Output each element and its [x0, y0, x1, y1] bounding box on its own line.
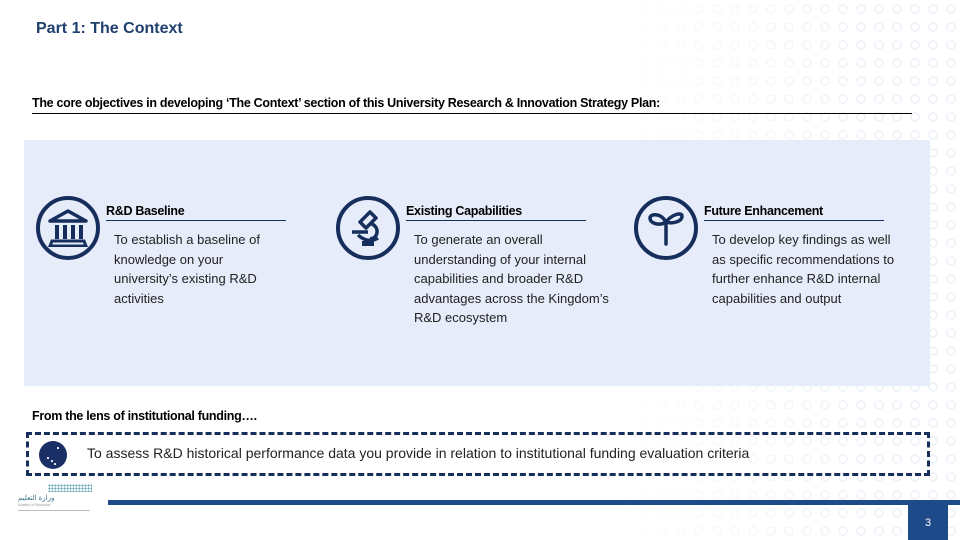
- page-number: 3: [908, 505, 948, 540]
- logo-arabic-text: وزارة التعليم: [18, 495, 55, 502]
- funding-description: To assess R&D historical performance dat…: [87, 445, 750, 461]
- logo-english-text: Ministry of Education: [18, 503, 51, 507]
- microscope-icon: [336, 196, 400, 260]
- sprout-icon: [634, 196, 698, 260]
- funding-heading: From the lens of institutional funding….: [32, 409, 257, 423]
- card-heading: Future Enhancement: [704, 204, 884, 221]
- card-description: To develop key findings as well as speci…: [712, 232, 895, 306]
- logo-divider: [18, 510, 90, 511]
- card-heading: R&D Baseline: [106, 204, 286, 221]
- card-heading: Existing Capabilities: [406, 204, 586, 221]
- footer-bar: [108, 500, 960, 505]
- card-description: To generate an overall understanding of …: [414, 232, 609, 325]
- funding-callout-box: To assess R&D historical performance dat…: [26, 432, 930, 476]
- ministry-logo: وزارة التعليم Ministry of Education: [18, 484, 94, 528]
- section-subtitle: The core objectives in developing ‘The C…: [32, 96, 912, 114]
- bank-building-icon: [36, 196, 100, 260]
- logo-dot-grid: [48, 484, 92, 492]
- card-description: To establish a baseline of knowledge on …: [114, 232, 260, 306]
- page-title: Part 1: The Context: [36, 20, 183, 37]
- galaxy-icon: [39, 441, 67, 469]
